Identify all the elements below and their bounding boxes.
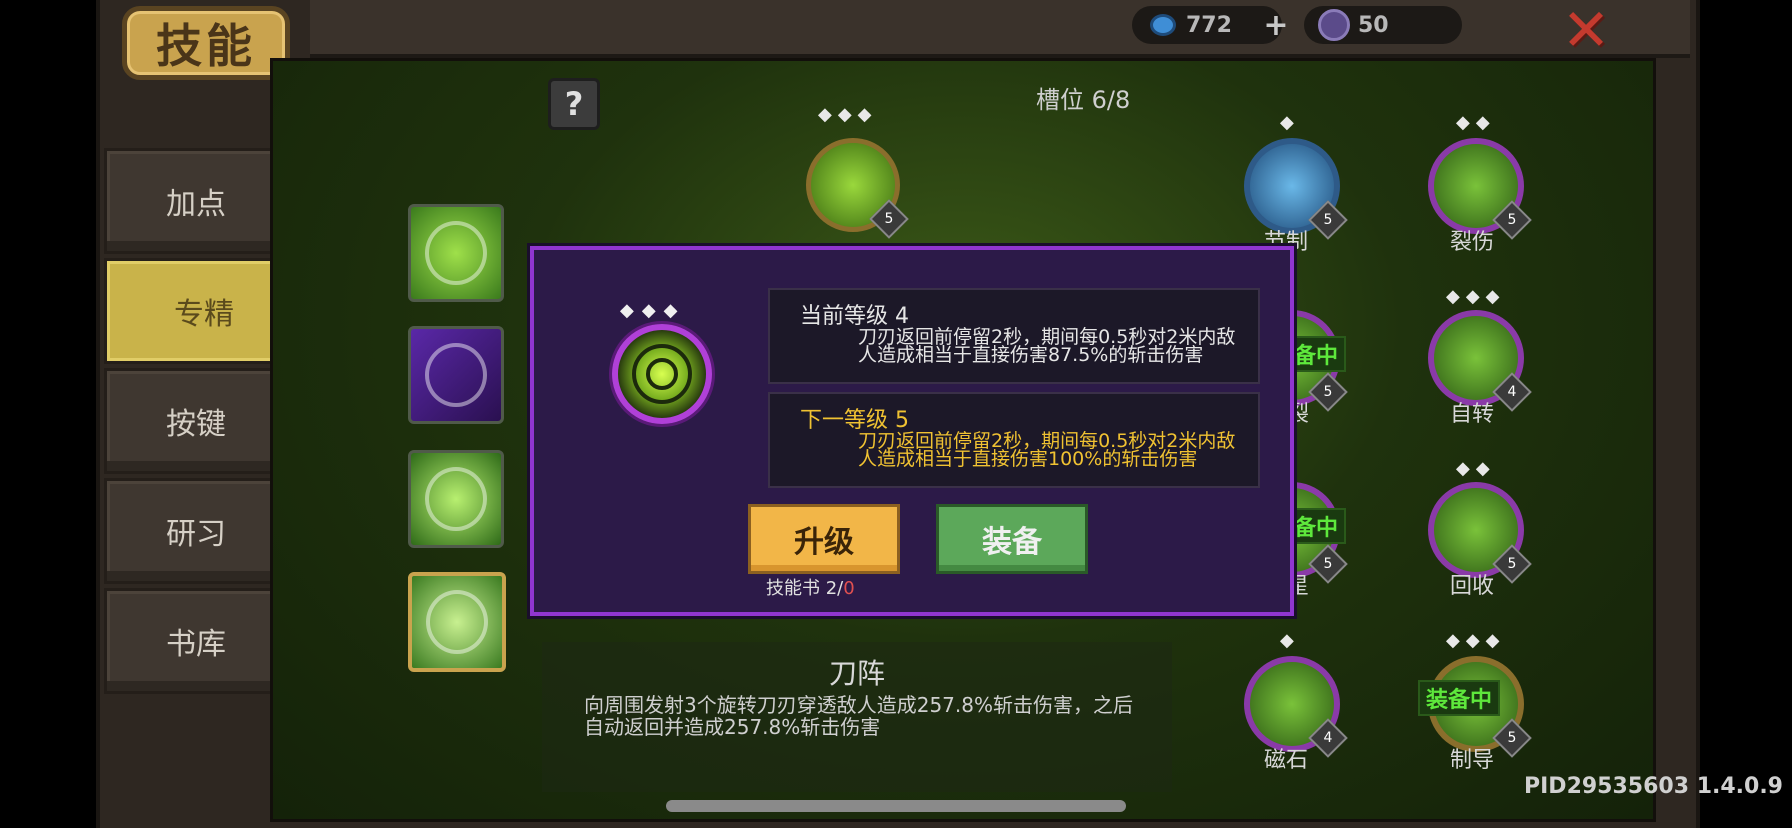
skill-temperance-icon[interactable]: 5 — [1244, 138, 1348, 240]
skill-name: 刀阵 — [828, 657, 885, 690]
skill-rank: ◆ — [1280, 112, 1300, 133]
skill-art-icon — [426, 590, 488, 654]
current-level-text: 刀刃返回前停留2秒，期间每0.5秒对2米内敌人造成相当于直接伤害87.5%的斩击… — [858, 326, 1236, 366]
slot-count: 槽位 6/8 — [1036, 86, 1131, 114]
center-skill-rank: ◆◆◆ — [818, 104, 878, 125]
coin-count: 50 — [1358, 12, 1389, 38]
skill-art-icon — [425, 467, 487, 531]
equipped-tag: 备中 — [1286, 336, 1347, 372]
swirl-skill-icon — [612, 324, 712, 424]
skill-label: 回收 — [1449, 574, 1494, 599]
skill-tile-1[interactable] — [408, 204, 504, 302]
skill-tile-3[interactable] — [408, 450, 504, 548]
sidebar-item-keys[interactable]: 按键 — [104, 368, 288, 474]
skill-tile-2[interactable] — [408, 326, 504, 424]
skill-recycle-icon[interactable]: 5 — [1428, 482, 1532, 584]
skill-label: 自转 — [1449, 402, 1494, 427]
skill-tile-selected[interactable] — [408, 572, 506, 672]
close-button[interactable]: ✕ — [1560, 1, 1612, 59]
skill-description: 向周围发射3个旋转刀刃穿透敌人造成257.8%斩击伤害，之后自动返回并造成257… — [584, 693, 1133, 739]
skill-rank: ◆◆◆ — [1446, 286, 1506, 307]
page-title: 技能 — [122, 6, 290, 80]
next-level-text: 刀刃返回前停留2秒，期间每0.5秒对2米内敌人造成相当于直接伤害100%的斩击伤… — [858, 430, 1236, 470]
skill-art-icon — [425, 221, 487, 285]
skill-rank: ◆◆ — [1456, 112, 1496, 133]
skill-rank: ◆◆ — [1456, 458, 1496, 479]
skill-spin-icon[interactable]: 4 — [1428, 310, 1532, 412]
upgrade-dialog: ◆◆◆ 当前等级 4 刀刃返回前停留2秒，期间每0.5秒对2米内敌人造成相当于直… — [530, 246, 1294, 616]
skill-magnet-icon[interactable]: 4 — [1244, 656, 1348, 758]
equip-button[interactable]: 装备 — [936, 504, 1088, 574]
skill-rank: ◆ — [1280, 630, 1300, 651]
skill-description-panel: 刀阵 向周围发射3个旋转刀刃穿透敌人造成257.8%斩击伤害，之后自动返回并造成… — [542, 642, 1172, 792]
next-level-box: 下一等级 5 刀刃返回前停留2秒，期间每0.5秒对2米内敌人造成相当于直接伤害1… — [768, 392, 1260, 488]
current-level-box: 当前等级 4 刀刃返回前停留2秒，期间每0.5秒对2米内敌人造成相当于直接伤害8… — [768, 288, 1260, 384]
add-currency-button[interactable]: + — [1258, 6, 1294, 44]
help-button[interactable]: ? — [548, 78, 600, 130]
skill-art-icon — [425, 343, 487, 407]
skill-book-count: 技能书 2/0 — [766, 578, 855, 599]
coin-currency: 50 — [1304, 6, 1462, 44]
skill-label: 裂伤 — [1449, 230, 1494, 255]
skill-rank: ◆◆◆ — [1446, 630, 1506, 651]
skill-rank: ◆◆◆ — [620, 300, 686, 321]
player-id-version: PID29535603 1.4.0.9 — [1524, 774, 1783, 799]
equipped-tag: 备中 — [1286, 508, 1347, 544]
coin-icon — [1318, 9, 1350, 41]
center-skill-icon[interactable]: 5 — [806, 138, 909, 239]
gem-icon — [1150, 14, 1176, 36]
gem-count: 772 — [1186, 12, 1232, 38]
skill-laceration-icon[interactable]: 5 — [1428, 138, 1532, 240]
home-indicator[interactable] — [666, 800, 1126, 812]
sidebar-item-library[interactable]: 书库 — [104, 588, 288, 694]
skill-label: 磁石 — [1263, 748, 1308, 773]
sidebar-item-study[interactable]: 研习 — [104, 478, 288, 584]
top-bar — [310, 0, 1690, 58]
equipped-tag: 装备中 — [1418, 680, 1501, 716]
sidebar-item-add-points[interactable]: 加点 — [104, 148, 288, 254]
upgrade-button[interactable]: 升级 — [748, 504, 900, 574]
skill-label: 制导 — [1449, 748, 1494, 773]
